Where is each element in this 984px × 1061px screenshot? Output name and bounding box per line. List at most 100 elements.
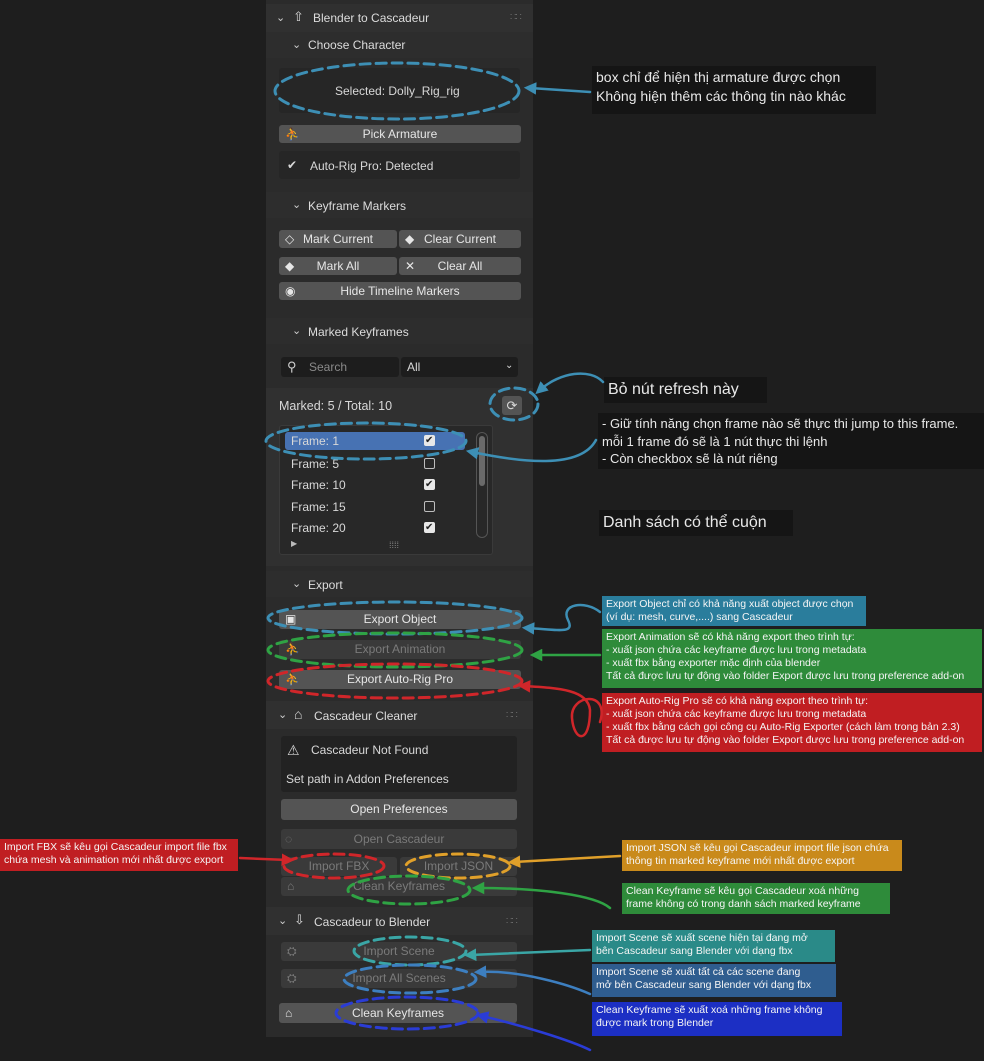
autorig-status-label: Auto-Rig Pro: Detected bbox=[310, 159, 434, 173]
diamond-filled-icon: ◆ bbox=[405, 232, 415, 246]
note-refresh: Bỏ nút refresh này bbox=[604, 377, 767, 403]
subheader-title: Choose Character bbox=[308, 38, 406, 52]
export-object-button[interactable]: ▣ Export Object bbox=[279, 610, 521, 629]
note-export-object: Export Object chỉ có khả năng xuất objec… bbox=[602, 596, 866, 626]
clean-keyframes-cleaner-button[interactable]: ⌂ Clean Keyframes bbox=[281, 877, 517, 896]
chevron-down-icon: ⌄ bbox=[278, 915, 288, 927]
chevron-down-icon: ⌄ bbox=[292, 199, 302, 211]
open-preferences-button[interactable]: Open Preferences bbox=[281, 799, 517, 820]
list-resize-grip-icon[interactable]: ⁞⁞⁞⁞ bbox=[389, 540, 399, 550]
frame-label: Frame: 10 bbox=[291, 478, 346, 492]
chevron-down-icon: ⌄ bbox=[292, 325, 302, 337]
selected-armature-box: Selected: Dolly_Rig_rig bbox=[279, 68, 520, 113]
status-label: Cascadeur Not Found bbox=[311, 743, 429, 757]
list-scrollbar-thumb[interactable] bbox=[479, 436, 485, 486]
filter-value: All bbox=[407, 360, 421, 374]
header-title: Cascadeur Cleaner bbox=[314, 709, 418, 723]
subheader-keyframe-markers[interactable]: ⌄ Keyframe Markers bbox=[266, 192, 533, 218]
clean-keyframes-label: Clean Keyframes bbox=[352, 879, 446, 893]
header-cascadeur-to-blender[interactable]: ⌄ ⇩ Cascadeur to Blender ∷∷ bbox=[266, 907, 533, 935]
note-scrollable: Danh sách có thể cuộn bbox=[599, 510, 793, 536]
header-title: Cascadeur to Blender bbox=[314, 915, 431, 929]
note-import-json: Import JSON sẽ kêu gọi Cascadeur import … bbox=[622, 840, 902, 871]
refresh-button[interactable]: ⟳ bbox=[502, 396, 522, 415]
import-json-button[interactable]: Import JSON bbox=[400, 857, 517, 876]
armature-icon: ⛹ bbox=[285, 127, 300, 141]
frame-checkbox[interactable] bbox=[424, 432, 435, 450]
chevron-down-icon: ⌄ bbox=[292, 39, 302, 51]
mark-current-button[interactable]: ◇ Mark Current bbox=[279, 230, 397, 248]
filter-dropdown[interactable]: All ⌄ bbox=[401, 357, 518, 377]
open-preferences-label: Open Preferences bbox=[350, 802, 448, 816]
check-icon: ✔ bbox=[287, 158, 298, 172]
frame-row[interactable]: Frame: 15 bbox=[285, 498, 465, 516]
note-import-all-scenes: Import Scene sẽ xuất tất cả các scene đa… bbox=[592, 964, 836, 997]
drag-grip-icon[interactable]: ∷∷ bbox=[510, 12, 522, 23]
subheader-marked-keyframes[interactable]: ⌄ Marked Keyframes bbox=[266, 318, 533, 344]
frame-checkbox[interactable] bbox=[424, 501, 435, 512]
armature-icon: ⛹ bbox=[285, 642, 300, 656]
marked-summary: Marked: 5 / Total: 10 bbox=[279, 399, 393, 413]
drag-grip-icon[interactable]: ∷∷ bbox=[506, 710, 518, 721]
object-icon: ▣ bbox=[285, 612, 297, 626]
clear-current-label: Clear Current bbox=[423, 232, 497, 246]
hide-timeline-markers-label: Hide Timeline Markers bbox=[340, 284, 460, 298]
import-scene-button[interactable]: ⛭ Import Scene bbox=[281, 942, 517, 961]
drag-grip-icon[interactable]: ∷∷ bbox=[506, 916, 518, 927]
frame-row[interactable]: Frame: 20 bbox=[285, 519, 465, 537]
brush-icon: ⌂ bbox=[294, 706, 303, 722]
list-scrollbar[interactable] bbox=[476, 432, 488, 538]
expand-triangle-icon[interactable]: ▶ bbox=[291, 539, 297, 548]
note-export-animation: Export Animation sẽ có khả năng export t… bbox=[602, 629, 982, 688]
note-frame-behavior: - Giữ tính năng chọn frame nào sẽ thực t… bbox=[598, 413, 984, 469]
search-input[interactable]: ⚲ Search bbox=[281, 357, 399, 377]
import-scene-label: Import Scene bbox=[363, 944, 435, 958]
chevron-down-icon: ⌄ bbox=[292, 578, 302, 590]
frame-checkbox[interactable] bbox=[424, 476, 435, 494]
hide-timeline-markers-button[interactable]: ◉ Hide Timeline Markers bbox=[279, 282, 521, 300]
import-json-label: Import JSON bbox=[423, 859, 494, 873]
pick-armature-label: Pick Armature bbox=[362, 127, 438, 141]
cascadeur-status-box: ⚠ Cascadeur Not Found Set path in Addon … bbox=[281, 736, 517, 792]
note-import-scene: Import Scene sẽ xuất scene hiện tại đang… bbox=[592, 930, 835, 962]
frame-checkbox[interactable] bbox=[424, 519, 435, 537]
upload-icon: ⇧ bbox=[293, 9, 304, 24]
frame-label: Frame: 5 bbox=[291, 457, 340, 471]
mark-all-label: Mark All bbox=[316, 259, 360, 273]
autorig-status-box: ✔ Auto-Rig Pro: Detected bbox=[279, 151, 520, 179]
frame-label: Frame: 1 bbox=[291, 434, 340, 448]
chevron-down-icon: ⌄ bbox=[278, 709, 288, 721]
export-object-label: Export Object bbox=[363, 612, 437, 626]
diamond-filled-icon: ◆ bbox=[285, 259, 295, 273]
import-all-scenes-label: Import All Scenes bbox=[352, 971, 446, 985]
clean-keyframes-blender-label: Clean Keyframes bbox=[351, 1006, 445, 1020]
mark-all-button[interactable]: ◆ Mark All bbox=[279, 257, 397, 275]
frame-row[interactable]: Frame: 1 bbox=[285, 432, 465, 450]
export-autorig-button[interactable]: ⛹ Export Auto-Rig Pro bbox=[279, 670, 521, 689]
subheader-export[interactable]: ⌄ Export bbox=[266, 571, 533, 597]
frame-checkbox[interactable] bbox=[424, 458, 435, 469]
export-animation-label: Export Animation bbox=[354, 642, 446, 656]
clear-current-button[interactable]: ◆ Clear Current bbox=[399, 230, 521, 248]
cascadeur-icon: ◌ bbox=[285, 832, 293, 846]
open-cascadeur-label: Open Cascadeur bbox=[353, 832, 445, 846]
clean-keyframes-blender-button[interactable]: ⌂ Clean Keyframes bbox=[279, 1003, 517, 1023]
mark-current-label: Mark Current bbox=[302, 232, 373, 246]
clear-all-button[interactable]: ✕ Clear All bbox=[399, 257, 521, 275]
subheader-title: Keyframe Markers bbox=[308, 199, 407, 213]
pick-armature-button[interactable]: ⛹ Pick Armature bbox=[279, 125, 521, 143]
frame-row[interactable]: Frame: 10 bbox=[285, 476, 465, 494]
open-cascadeur-button[interactable]: ◌ Open Cascadeur bbox=[281, 829, 517, 849]
header-title: Blender to Cascadeur bbox=[313, 11, 430, 25]
note-box-selected: box chỉ để hiện thị armature được chọn K… bbox=[592, 66, 876, 114]
header-blender-to-cascadeur[interactable]: ⌄ ⇧ Blender to Cascadeur ∷∷ bbox=[266, 4, 533, 32]
import-all-scenes-button[interactable]: ⛭ Import All Scenes bbox=[281, 969, 517, 988]
frame-row[interactable]: Frame: 5 bbox=[285, 455, 465, 473]
refresh-icon: ⟳ bbox=[506, 398, 518, 413]
note-import-fbx: Import FBX sẽ kêu gọi Cascadeur import f… bbox=[0, 839, 238, 871]
subheader-choose-character[interactable]: ⌄ Choose Character bbox=[266, 32, 533, 58]
export-autorig-label: Export Auto-Rig Pro bbox=[346, 672, 454, 686]
header-cascadeur-cleaner[interactable]: ⌄ ⌂ Cascadeur Cleaner ∷∷ bbox=[266, 701, 533, 729]
import-fbx-button[interactable]: Import FBX bbox=[281, 857, 397, 876]
export-animation-button[interactable]: ⛹ Export Animation bbox=[279, 640, 521, 659]
